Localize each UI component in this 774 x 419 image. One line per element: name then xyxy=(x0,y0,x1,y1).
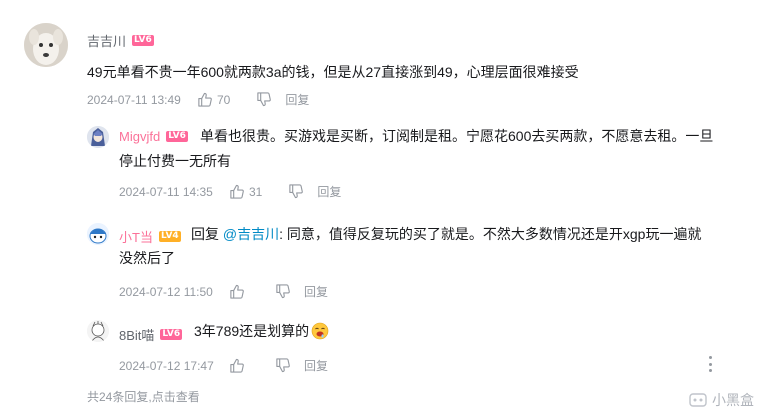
like-count: 70 xyxy=(217,92,231,107)
reply-time: 2024-07-11 14:35 xyxy=(119,184,213,199)
avatar-reply-2[interactable] xyxy=(87,223,109,245)
reply-prefix: 回复 xyxy=(191,226,219,242)
view-more-link[interactable]: 点击查看 xyxy=(152,390,200,404)
reply-text-line1: 3年789还是划算的 xyxy=(194,319,329,343)
heybox-logo-icon xyxy=(689,393,707,407)
reply-text-line1: 回复 @吉吉川: 同意，值得反复玩的买了就是。不然大多数情况还是开xgp玩一遍就 xyxy=(191,222,701,246)
thumbs-down-icon[interactable] xyxy=(275,284,290,299)
reply-meta: 2024-07-12 17:47 回复 xyxy=(119,357,328,374)
like-button[interactable]: 31 xyxy=(229,184,262,199)
watermark-text: 小黑盒 xyxy=(712,392,754,408)
reply-text: 3年789还是划算的 xyxy=(194,323,310,339)
avatar-reply-3[interactable] xyxy=(87,320,109,342)
reply-meta: 2024-07-12 11:50 回复 xyxy=(119,283,328,300)
like-button[interactable]: 70 xyxy=(197,92,230,107)
reply-button[interactable]: 回复 xyxy=(317,183,341,200)
reply-meta: 2024-07-11 14:35 31 回复 xyxy=(119,183,341,200)
watermark: 小黑盒 xyxy=(688,390,754,410)
reply-button[interactable]: 回复 xyxy=(285,91,309,108)
comment-text: 49元单看不贵一年600就两款3a的钱，但是从27直接涨到49，心理层面很难接受 xyxy=(87,64,579,80)
comment-meta: 2024-07-11 13:49 70 回复 xyxy=(87,91,309,108)
reply-3-header: 8Bit喵 LV6 xyxy=(119,325,183,344)
thumbs-up-icon xyxy=(230,284,244,299)
view-more-replies: 共24条回复,点击查看 xyxy=(87,388,200,405)
reply-2-header: 小T当 LV4 xyxy=(119,227,181,246)
reply-button[interactable]: 回复 xyxy=(304,283,328,300)
level-badge: LV4 xyxy=(158,231,181,242)
thumbs-up-icon xyxy=(230,358,244,373)
reply-text-line1: 单看也很贵。买游戏是买断，订阅制是租。宁愿花600去买两款，不愿意去租。一旦 xyxy=(200,128,714,144)
username[interactable]: 吉吉川 xyxy=(87,31,126,50)
reply-time: 2024-07-12 11:50 xyxy=(119,284,213,299)
reply-text-line2: 停止付费一无所有 xyxy=(119,153,231,169)
level-badge: LV6 xyxy=(132,35,154,46)
reply-count-text: 共24条回复, xyxy=(87,390,152,404)
username[interactable]: 8Bit喵 xyxy=(119,325,154,344)
thumbs-down-icon[interactable] xyxy=(256,92,272,107)
like-count: 31 xyxy=(249,184,263,199)
anime-avatar-icon xyxy=(87,126,109,148)
thumbs-up-icon xyxy=(230,184,244,199)
reply-text-line2: 没然后了 xyxy=(119,250,175,266)
like-button[interactable] xyxy=(229,284,249,299)
cartoon-avatar-icon xyxy=(87,223,109,245)
avatar-main[interactable] xyxy=(24,23,68,67)
username[interactable]: Migvjfd xyxy=(119,129,160,144)
reply-button[interactable]: 回复 xyxy=(304,357,328,374)
dog-avatar-icon xyxy=(24,23,68,67)
more-options-icon[interactable] xyxy=(703,356,717,372)
username[interactable]: 小T当 xyxy=(119,227,153,246)
reply-1-header: Migvjfd LV6 xyxy=(119,129,188,144)
mention-link[interactable]: @吉吉川 xyxy=(223,226,279,242)
like-button[interactable] xyxy=(229,358,249,373)
thumbs-down-icon[interactable] xyxy=(288,184,304,199)
reply-time: 2024-07-12 17:47 xyxy=(119,358,214,373)
thumbs-up-icon xyxy=(198,92,212,107)
reply-text: : 同意，值得反复玩的买了就是。不然大多数情况还是开xgp玩一遍就 xyxy=(279,226,702,242)
level-badge: LV6 xyxy=(160,329,183,340)
sketch-avatar-icon xyxy=(87,320,109,342)
thumbs-down-icon[interactable] xyxy=(275,358,290,373)
main-comment-header: 吉吉川 LV6 xyxy=(87,31,154,50)
avatar-reply-1[interactable] xyxy=(87,126,109,148)
level-badge: LV6 xyxy=(166,131,188,142)
drooling-emoji-icon xyxy=(311,322,329,340)
comment-time: 2024-07-11 13:49 xyxy=(87,92,181,107)
